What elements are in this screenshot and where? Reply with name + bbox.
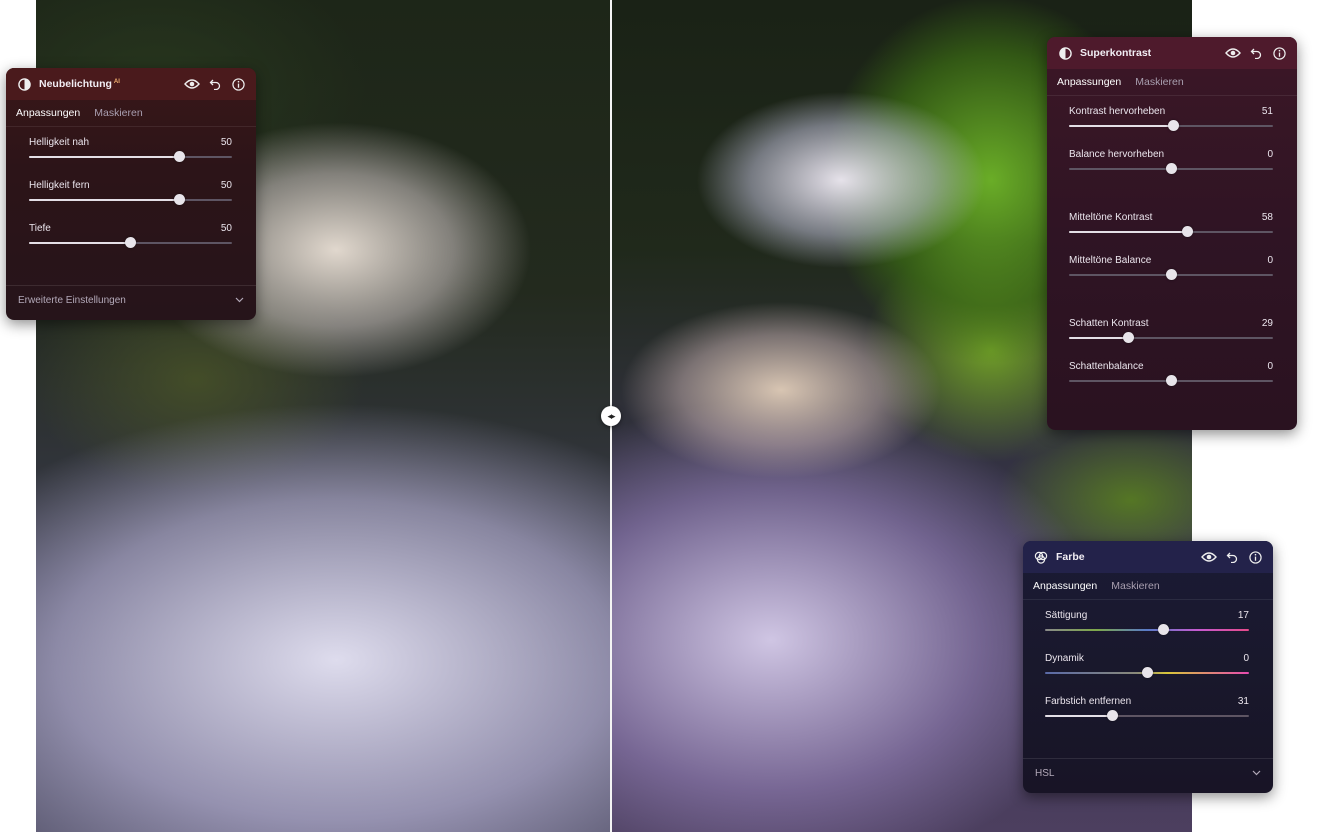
panel-title: Neubelichtung AI: [39, 78, 120, 90]
info-icon[interactable]: [230, 76, 246, 92]
slider-value: 51: [1261, 106, 1273, 117]
footer-label: Erweiterte Einstellungen: [18, 294, 126, 306]
slider-knob[interactable]: [173, 151, 185, 162]
neubelichtung-header: Neubelichtung AI: [6, 68, 256, 100]
farbe-header: Farbe: [1023, 541, 1273, 573]
tab-anpassungen[interactable]: Anpassungen: [1033, 580, 1097, 592]
slider-fill: [1069, 337, 1129, 339]
info-icon[interactable]: [1247, 549, 1263, 565]
undo-icon[interactable]: [207, 76, 223, 92]
slider-value: 0: [1267, 361, 1273, 372]
slider-knob[interactable]: [1181, 226, 1193, 237]
neubelichtung-panel: Neubelichtung AI Anpassungen Maskieren He…: [6, 68, 256, 320]
slider-knob[interactable]: [1122, 332, 1134, 343]
slider-value: 17: [1237, 610, 1249, 621]
relight-icon: [16, 76, 32, 92]
slider-label: Balance hervorheben: [1069, 149, 1165, 160]
slider-knob[interactable]: [1157, 624, 1169, 635]
undo-icon[interactable]: [1248, 45, 1264, 61]
tab-maskieren[interactable]: Maskieren: [94, 107, 142, 119]
slider-label: Mitteltöne Kontrast: [1069, 212, 1153, 223]
superkontrast-header: Superkontrast: [1047, 37, 1297, 69]
tab-anpassungen[interactable]: Anpassungen: [16, 107, 80, 119]
slider-fill: [29, 199, 180, 201]
slider-fill: [1069, 125, 1174, 127]
contrast-icon: [1057, 45, 1073, 61]
slider-farbstich-entfernen[interactable]: Farbstich entfernen 31: [1045, 692, 1249, 735]
tab-anpassungen[interactable]: Anpassungen: [1057, 76, 1121, 88]
slider-label: Sättigung: [1045, 610, 1088, 621]
slider-label: Helligkeit fern: [29, 180, 90, 191]
slider-schatten-kontrast[interactable]: Schatten Kontrast 29: [1069, 314, 1273, 357]
info-icon[interactable]: [1271, 45, 1287, 61]
erweiterte-einstellungen-toggle[interactable]: Erweiterte Einstellungen: [6, 285, 256, 314]
slider-kontrast-hervorheben[interactable]: Kontrast hervorheben 51: [1069, 102, 1273, 145]
slider-label: Kontrast hervorheben: [1069, 106, 1166, 117]
slider-value: 58: [1261, 212, 1273, 223]
slider-knob[interactable]: [1165, 375, 1177, 386]
color-circles-icon: [1033, 549, 1049, 565]
slider-value: 50: [220, 180, 232, 191]
slider-knob[interactable]: [1141, 667, 1153, 678]
slider-value: 50: [220, 223, 232, 234]
slider-schattenbalance[interactable]: Schattenbalance 0: [1069, 357, 1273, 400]
slider-value: 50: [220, 137, 232, 148]
undo-icon[interactable]: [1224, 549, 1240, 565]
slider-fill: [29, 242, 131, 244]
slider-label: Farbstich entfernen: [1045, 696, 1132, 707]
tab-maskieren[interactable]: Maskieren: [1135, 76, 1183, 88]
eye-icon[interactable]: [184, 76, 200, 92]
slider-value: 31: [1237, 696, 1249, 707]
farbe-tabs: Anpassungen Maskieren: [1023, 573, 1273, 600]
slider-value: 0: [1243, 653, 1249, 664]
eye-icon[interactable]: [1225, 45, 1241, 61]
slider-knob[interactable]: [173, 194, 185, 205]
slider-fill: [29, 156, 180, 158]
slider-fill: [1045, 715, 1113, 717]
slider-value: 0: [1267, 149, 1273, 160]
eye-icon[interactable]: [1201, 549, 1217, 565]
tab-maskieren[interactable]: Maskieren: [1111, 580, 1159, 592]
slider-label: Schattenbalance: [1069, 361, 1144, 372]
slider-tiefe[interactable]: Tiefe 50: [29, 219, 232, 262]
slider-label: Mitteltöne Balance: [1069, 255, 1152, 266]
farbe-panel: Farbe Anpassungen Maskieren Sättigung 17…: [1023, 541, 1273, 793]
hsl-toggle[interactable]: HSL: [1023, 758, 1273, 787]
slider-label: Tiefe: [29, 223, 51, 234]
neubelichtung-sliders: Helligkeit nah 50 Helligkeit fern 50 Tie…: [6, 127, 256, 285]
compare-handle-icon[interactable]: ◂▸: [601, 406, 621, 426]
slider-knob[interactable]: [125, 237, 136, 248]
farbe-sliders: Sättigung 17 Dynamik 0 Farbstich entfern…: [1023, 600, 1273, 758]
footer-label: HSL: [1035, 767, 1055, 779]
slider-value: 29: [1261, 318, 1273, 329]
slider-dynamik[interactable]: Dynamik 0: [1045, 649, 1249, 692]
slider-saettigung[interactable]: Sättigung 17: [1045, 606, 1249, 649]
neubelichtung-tabs: Anpassungen Maskieren: [6, 100, 256, 127]
slider-mitteltoene-balance[interactable]: Mitteltöne Balance 0: [1069, 251, 1273, 294]
slider-label: Helligkeit nah: [29, 137, 90, 148]
superkontrast-sliders: Kontrast hervorheben 51 Balance hervorhe…: [1047, 96, 1297, 400]
slider-label: Dynamik: [1045, 653, 1084, 664]
chevron-down-icon: [235, 295, 244, 306]
slider-knob[interactable]: [1167, 120, 1179, 131]
slider-knob[interactable]: [1106, 710, 1118, 721]
slider-knob[interactable]: [1165, 163, 1177, 174]
slider-helligkeit-nah[interactable]: Helligkeit nah 50: [29, 133, 232, 176]
chevron-down-icon: [1252, 768, 1261, 779]
slider-knob[interactable]: [1165, 269, 1177, 280]
panel-title: Superkontrast: [1080, 47, 1152, 59]
slider-helligkeit-fern[interactable]: Helligkeit fern 50: [29, 176, 232, 219]
superkontrast-panel: Superkontrast Anpassungen Maskieren Kont…: [1047, 37, 1297, 430]
panel-title: Farbe: [1056, 551, 1085, 563]
slider-track[interactable]: [1045, 629, 1249, 631]
slider-fill: [1069, 231, 1188, 233]
slider-value: 0: [1267, 255, 1273, 266]
ai-badge: AI: [113, 78, 120, 85]
superkontrast-tabs: Anpassungen Maskieren: [1047, 69, 1297, 96]
slider-label: Schatten Kontrast: [1069, 318, 1149, 329]
slider-mitteltoene-kontrast[interactable]: Mitteltöne Kontrast 58: [1069, 208, 1273, 251]
slider-balance-hervorheben[interactable]: Balance hervorheben 0: [1069, 145, 1273, 188]
